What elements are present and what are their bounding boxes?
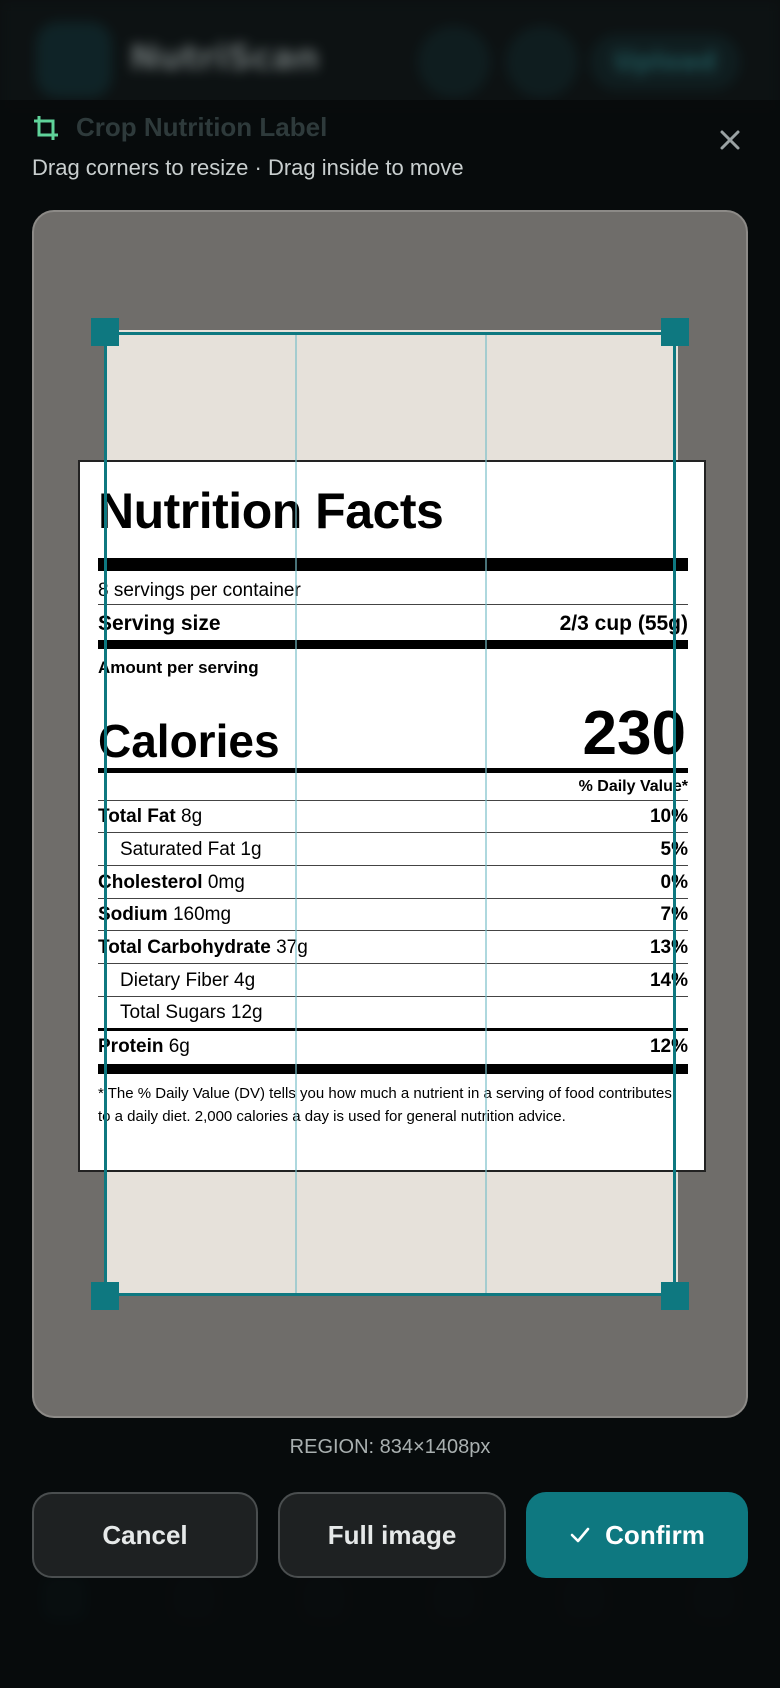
- history-icon: [418, 26, 490, 98]
- crop-handle-top-left[interactable]: [91, 318, 119, 346]
- crop-handle-bottom-right[interactable]: [661, 1282, 689, 1310]
- modal-subtitle: Drag corners to resize · Drag inside to …: [32, 155, 464, 180]
- profile-icon: [506, 26, 578, 98]
- grid-line: [295, 335, 297, 1293]
- crop-handle-bottom-left[interactable]: [91, 1282, 119, 1310]
- crop-handle-top-right[interactable]: [661, 318, 689, 346]
- upload-button: Upload: [590, 34, 740, 90]
- full-image-label: Full image: [327, 1519, 457, 1550]
- modal-title: Crop Nutrition Label: [76, 112, 328, 142]
- cancel-label: Cancel: [102, 1519, 188, 1550]
- full-image-button[interactable]: Full image: [278, 1492, 506, 1578]
- crop-icon: [34, 116, 58, 140]
- grid-line: [485, 335, 487, 1293]
- confirm-button[interactable]: Confirm: [526, 1492, 748, 1578]
- check-icon: [570, 1527, 590, 1543]
- region-size-text: REGION: 834×1408px: [289, 1436, 491, 1458]
- confirm-label: Confirm: [605, 1519, 705, 1550]
- close-icon[interactable]: [714, 124, 746, 156]
- app-logo: [36, 22, 112, 98]
- cancel-button[interactable]: Cancel: [32, 1492, 258, 1578]
- crop-selection[interactable]: [104, 332, 676, 1296]
- app-title: NutriScan: [130, 38, 320, 78]
